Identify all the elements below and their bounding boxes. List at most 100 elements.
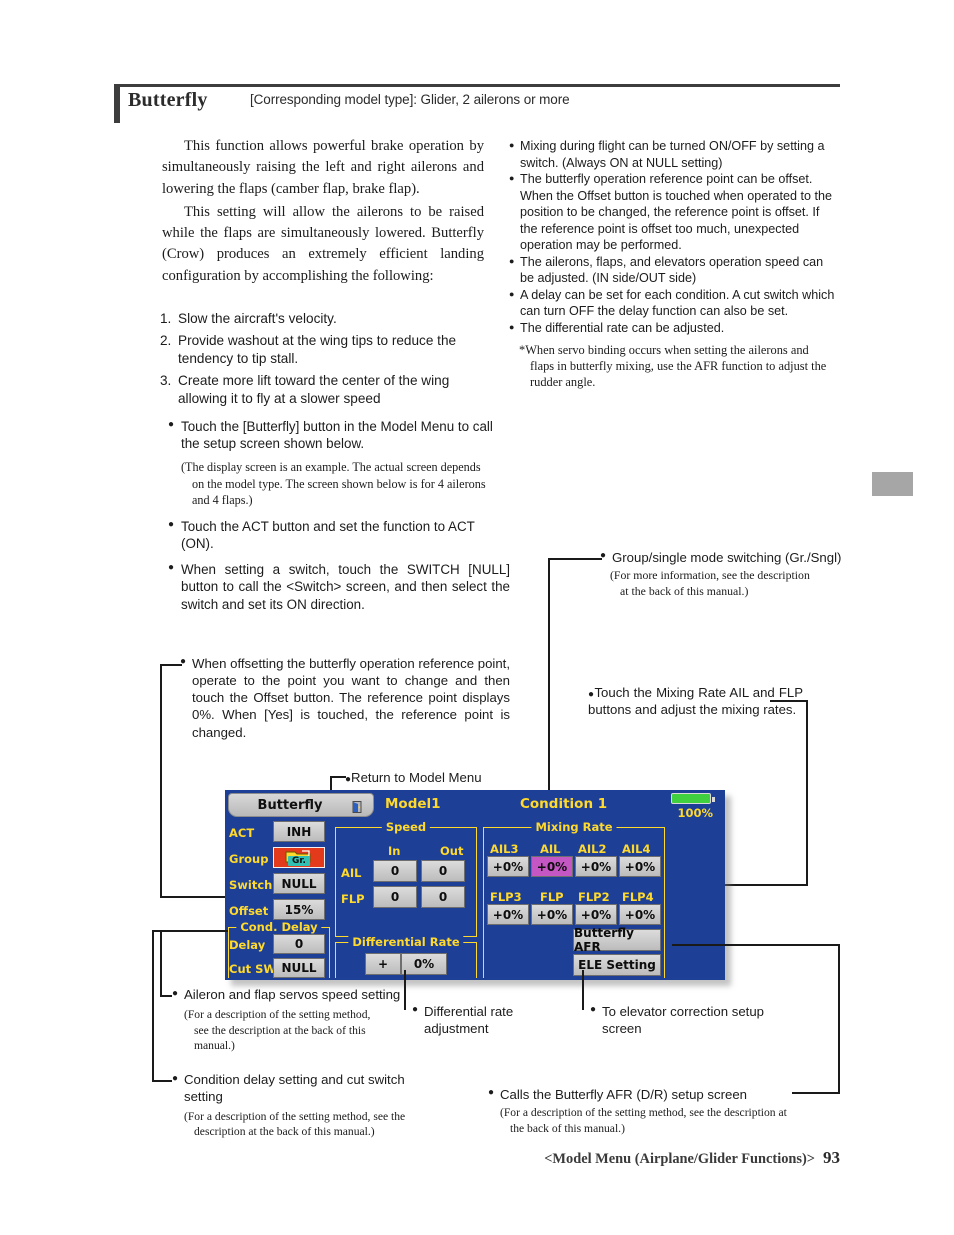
speed-ail-out-button[interactable]: 0 <box>421 860 465 882</box>
ele-setting-button[interactable]: ELE Setting <box>573 954 661 976</box>
mix-flp4-button[interactable]: +0% <box>619 904 661 925</box>
cut-switch-button[interactable]: NULL <box>273 958 325 978</box>
note-line-1: (For a description of the setting method… <box>184 1007 371 1021</box>
intro-paragraph-1: This function allows powerful brake oper… <box>162 138 484 197</box>
speed-flp-out-button[interactable]: 0 <box>421 886 465 908</box>
callout-aileron-flap-speed: ● Aileron and flap servos speed setting … <box>172 987 412 1054</box>
leader-line-afr-h-top <box>672 944 840 946</box>
bullet-icon: ● <box>509 255 515 266</box>
offset-button[interactable]: 15% <box>273 899 325 920</box>
leader-line-speed-v <box>160 930 162 996</box>
bullet-text: Mixing during flight can be turned ON/OF… <box>520 139 825 170</box>
callout-text: Return to Model Menu <box>351 770 482 785</box>
note-line-2: flaps in butterfly mixing, use the AFR f… <box>530 358 827 373</box>
mix-ail-button[interactable]: +0% <box>531 856 573 877</box>
act-button[interactable]: INH <box>273 821 325 842</box>
callout-text: Group/single mode switching (Gr./Sngl) <box>612 550 842 565</box>
leader-line-conddelay-h <box>152 1080 172 1082</box>
page-number: 93 <box>823 1148 840 1167</box>
callout-elevator-correction: ● To elevator correction setup screen <box>590 1003 780 1037</box>
bullet-icon: ● <box>168 518 175 530</box>
list-item: ● Differential rate adjustment <box>412 1003 562 1037</box>
leader-line-elevator-v <box>582 970 584 1010</box>
mix-ail3-button[interactable]: +0% <box>487 856 529 877</box>
transmitter-lcd-screen: Butterfly Model1 Condition 1 100% ACT IN… <box>225 790 731 986</box>
leader-line-offset-h2 <box>160 896 228 898</box>
bullet-text: A delay can be set for each condition. A… <box>520 287 835 319</box>
speed-col-in-header: In <box>388 844 401 858</box>
group-button-label: Gr. <box>288 856 310 866</box>
list-item: ● A delay can be set for each condition.… <box>509 287 839 320</box>
intro-paragraph-2: This setting will allow the ailerons to … <box>162 203 484 284</box>
delay-button[interactable]: 0 <box>273 934 325 954</box>
mix-flp2-label: FLP2 <box>578 890 610 904</box>
lcd-title-button[interactable]: Butterfly <box>228 793 374 817</box>
note-line-2: the back of this manual.) <box>510 1121 625 1135</box>
bullet-icon: ● <box>168 562 175 574</box>
mix-flp-button[interactable]: +0% <box>531 904 573 925</box>
footer-section: <Model Menu (Airplane/Glider Functions)> <box>544 1151 815 1167</box>
differential-value-button[interactable]: 0% <box>401 953 447 975</box>
list-item: ● The butterfly operation reference poin… <box>509 171 839 254</box>
list-item: ● The ailerons, flaps, and elevators ope… <box>509 254 839 287</box>
note-line-2: on the model type. The screen shown belo… <box>192 476 486 491</box>
instruction-text: When setting a switch, touch the SWITCH … <box>181 562 510 612</box>
mix-flp3-label: FLP3 <box>490 890 522 904</box>
leader-line-offset-v <box>160 664 162 898</box>
afr-note: (For a description of the setting method… <box>500 1105 843 1136</box>
leader-line-afr-v <box>838 944 840 1092</box>
switch-button[interactable]: NULL <box>273 873 325 894</box>
list-number: 1. <box>160 311 172 326</box>
list-item: 2. Provide washout at the wing tips to r… <box>160 332 490 368</box>
mix-flp2-button[interactable]: +0% <box>575 904 617 925</box>
bullet-icon: ● <box>172 1073 179 1084</box>
differential-sign-button[interactable]: + <box>365 953 401 975</box>
note-line-1: *When servo binding occurs when setting … <box>519 342 809 357</box>
note-line-1: (For more information, see the descripti… <box>610 568 810 583</box>
leader-line-conddelay-h0 <box>152 930 228 932</box>
note-line-3: rudder angle. <box>530 375 596 390</box>
mix-ail2-button[interactable]: +0% <box>575 856 617 877</box>
return-icon[interactable] <box>350 799 364 813</box>
battery-icon <box>671 793 715 804</box>
speed-col-out-header: Out <box>440 844 464 858</box>
lcd-title-label: Butterfly <box>257 797 323 813</box>
bullet-icon: ● <box>168 419 175 430</box>
speed-flp-in-button[interactable]: 0 <box>373 886 417 908</box>
bullet-icon: ● <box>509 322 515 333</box>
callout-text: Calls the Butterfly AFR (D/R) setup scre… <box>500 1087 747 1102</box>
callout-text: Condition delay setting and cut switch s… <box>184 1072 405 1104</box>
callout-offset: ● When offsetting the butterfly operatio… <box>180 655 510 741</box>
callout-return-model-menu: ●Return to Model Menu <box>345 770 482 785</box>
group-button[interactable]: Gr. <box>273 847 325 868</box>
list-text: Slow the aircraft's velocity. <box>178 311 337 326</box>
bullet-icon: ● <box>590 1004 597 1015</box>
note-line-2: see the description at the back of this <box>194 1023 366 1037</box>
speed-ail-in-button[interactable]: 0 <box>373 860 417 882</box>
leader-line-mixing-v <box>806 700 808 886</box>
mix-flp3-button[interactable]: +0% <box>487 904 529 925</box>
note-line-1: (The display screen is an example. The a… <box>181 460 481 475</box>
note-line-1: (For a description of the setting method… <box>184 1109 406 1123</box>
list-number: 2. <box>160 332 172 348</box>
leader-line-return-h <box>330 776 346 778</box>
butterfly-afr-button[interactable]: Butterfly AFR <box>573 926 661 954</box>
bullet-icon: ● <box>172 988 179 999</box>
mix-flp-label: FLP <box>540 890 564 904</box>
list-item: 3. Create more lift toward the center of… <box>160 372 490 408</box>
instruction-text: Touch the ACT button and set the functio… <box>181 518 475 552</box>
mix-ail4-button[interactable]: +0% <box>619 856 661 877</box>
lcd-group-label: Group <box>229 852 269 866</box>
list-item: ● To elevator correction setup screen <box>590 1003 780 1037</box>
differential-caption: Differential Rate <box>348 935 464 949</box>
mix-ail3-label: AIL3 <box>490 842 519 856</box>
lcd-delay-label: Delay <box>229 938 266 952</box>
lcd-condition-name: Condition 1 <box>520 796 608 812</box>
note-line-1: (For a description of the setting method… <box>500 1106 787 1120</box>
mixing-rate-caption: Mixing Rate <box>531 820 617 834</box>
callout-differential-rate: ● Differential rate adjustment <box>412 1003 562 1037</box>
bullet-icon: ● <box>412 1004 419 1015</box>
speed-row-flp-label: FLP <box>341 892 365 906</box>
mix-ail4-label: AIL4 <box>622 842 651 856</box>
header-subtitle: [Corresponding model type]: Glider, 2 ai… <box>250 92 570 107</box>
